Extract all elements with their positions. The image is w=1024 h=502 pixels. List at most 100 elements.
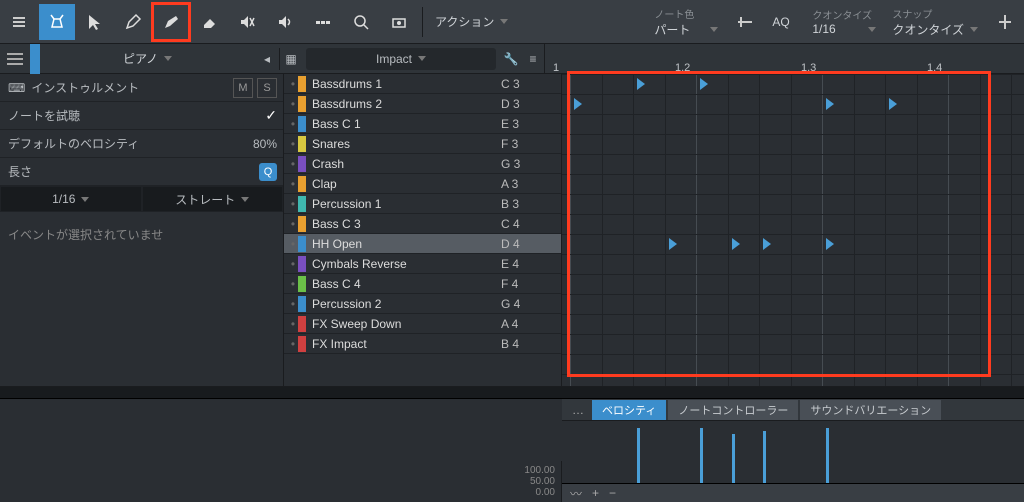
bottom-tabs: … ベロシティノートコントローラーサウンドバリエーション	[562, 399, 1024, 421]
mute-tool-icon[interactable]	[229, 4, 265, 40]
piano-icon: ⌨	[8, 81, 25, 95]
quantize-dropdown[interactable]: クオンタイズ 1/16	[804, 5, 884, 38]
note-event[interactable]	[700, 78, 708, 90]
listen-tool-icon[interactable]	[267, 4, 303, 40]
track-row[interactable]: •Bass C 4F 4	[284, 274, 561, 294]
view-mode-icon[interactable]	[1, 4, 37, 40]
track-row[interactable]: •Bassdrums 2D 3	[284, 94, 561, 114]
menu-icon[interactable]	[0, 44, 30, 74]
timebase-icon[interactable]	[727, 4, 763, 40]
note-event[interactable]	[574, 98, 582, 110]
note-event[interactable]	[889, 98, 897, 110]
main-area: ⌨インストゥルメント MS ノートを試聴 ✓ デフォルトのベロシティ 80% 長…	[0, 74, 1024, 386]
track-row[interactable]: •Bassdrums 1C 3	[284, 74, 561, 94]
track-row[interactable]: •FX Sweep DownA 4	[284, 314, 561, 334]
aq-toggle[interactable]: AQ	[764, 13, 804, 31]
wrench-icon[interactable]: 🔧	[500, 52, 522, 66]
split-tool-icon[interactable]	[305, 4, 341, 40]
solo-button[interactable]: S	[257, 78, 277, 98]
bullet-icon: •	[288, 137, 298, 151]
track-row[interactable]: •HH OpenD 4	[284, 234, 561, 254]
more-icon[interactable]: …	[566, 403, 590, 417]
note-event[interactable]	[826, 238, 834, 250]
track-note: C 3	[501, 77, 561, 91]
snap-dropdown[interactable]: スナップ クオンタイズ	[884, 4, 986, 40]
track-row[interactable]: •ClapA 3	[284, 174, 561, 194]
eraser-tool-icon[interactable]	[191, 4, 227, 40]
preset-select[interactable]: Impact	[306, 48, 496, 70]
default-velocity-label: デフォルトのベロシティ	[8, 135, 139, 152]
bottom-tab[interactable]: サウンドバリエーション	[800, 400, 941, 420]
track-row[interactable]: •Bass C 3C 4	[284, 214, 561, 234]
h-scrollbar-right[interactable]	[562, 387, 1024, 399]
velocity-bar[interactable]	[700, 428, 703, 483]
track-name: FX Impact	[312, 337, 501, 351]
snap-label: スナップ	[892, 6, 978, 21]
bullet-icon: •	[288, 197, 298, 211]
camera-icon[interactable]	[381, 4, 417, 40]
track-name: FX Sweep Down	[312, 317, 501, 331]
track-row[interactable]: •FX ImpactB 4	[284, 334, 561, 354]
note-event[interactable]	[826, 98, 834, 110]
preset-value: Impact	[376, 52, 412, 66]
ruler-tick: 1	[553, 62, 559, 74]
note-color-dropdown[interactable]: ノート色 パート	[646, 4, 726, 40]
bottom-panel: 100.0050.000.00 … ベロシティノートコントローラーサウンドバリエ…	[0, 386, 1024, 502]
velocity-bar[interactable]	[763, 431, 766, 483]
bullet-icon: •	[288, 277, 298, 291]
minus-icon[interactable]: −	[609, 486, 616, 500]
expand-icon[interactable]: ◂	[255, 52, 279, 66]
length-row[interactable]: 長さ Q	[0, 158, 283, 186]
paint-tool-icon[interactable]	[153, 4, 189, 40]
velocity-graph[interactable]	[562, 421, 1024, 484]
time-ruler[interactable]: 11.21.31.4	[544, 44, 1024, 74]
list-icon[interactable]: ≡	[522, 52, 544, 66]
track-row[interactable]: •Percussion 2G 4	[284, 294, 561, 314]
note-grid[interactable]	[562, 74, 1024, 386]
track-note: E 4	[501, 257, 561, 271]
track-row[interactable]: •Bass C 1E 3	[284, 114, 561, 134]
preset-list-icon[interactable]: ▦	[280, 52, 302, 66]
bullet-icon: •	[288, 317, 298, 331]
track-row[interactable]: •CrashG 3	[284, 154, 561, 174]
track-color-chip	[298, 96, 306, 112]
default-velocity-row[interactable]: デフォルトのベロシティ 80%	[0, 130, 283, 158]
arrow-tool-icon[interactable]	[77, 4, 113, 40]
chevron-down-icon	[164, 56, 172, 61]
velocity-bar[interactable]	[637, 428, 640, 483]
note-event[interactable]	[732, 238, 740, 250]
track-color-chip	[298, 316, 306, 332]
bullet-icon: •	[288, 177, 298, 191]
note-event[interactable]	[763, 238, 771, 250]
note-event[interactable]	[637, 78, 645, 90]
h-scrollbar-left[interactable]	[0, 387, 562, 399]
display-mode-select[interactable]: ピアノ	[40, 50, 255, 67]
bullet-icon: •	[288, 157, 298, 171]
velocity-tick-label: 100.00	[524, 465, 555, 476]
track-color-chip	[298, 136, 306, 152]
preview-row[interactable]: ノートを試聴 ✓	[0, 102, 283, 130]
curve-tool-icon[interactable]: 〰	[570, 485, 582, 502]
action-dropdown[interactable]: アクション	[427, 11, 516, 32]
preview-label: ノートを試聴	[8, 107, 80, 124]
pencil-tool-icon[interactable]	[115, 4, 151, 40]
swing-select[interactable]: ストレート	[142, 186, 284, 212]
plus-icon[interactable]: +	[592, 486, 599, 500]
velocity-bar[interactable]	[732, 434, 735, 484]
grid-value-select[interactable]: 1/16	[0, 186, 142, 212]
quantize-icon[interactable]: Q	[259, 163, 277, 181]
drum-mode-icon[interactable]	[39, 4, 75, 40]
snap-value: クオンタイズ	[892, 21, 964, 38]
track-name: Bass C 3	[312, 217, 501, 231]
snap-mode-icon[interactable]	[987, 4, 1023, 40]
bottom-tab[interactable]: ベロシティ	[592, 400, 666, 420]
track-row[interactable]: •SnaresF 3	[284, 134, 561, 154]
bottom-tab[interactable]: ノートコントローラー	[668, 400, 798, 420]
track-row[interactable]: •Cymbals ReverseE 4	[284, 254, 561, 274]
velocity-bar[interactable]	[826, 428, 829, 483]
track-row[interactable]: •Percussion 1B 3	[284, 194, 561, 214]
zoom-tool-icon[interactable]	[343, 4, 379, 40]
mute-button[interactable]: M	[233, 78, 253, 98]
note-event[interactable]	[669, 238, 677, 250]
track-name: Bass C 4	[312, 277, 501, 291]
